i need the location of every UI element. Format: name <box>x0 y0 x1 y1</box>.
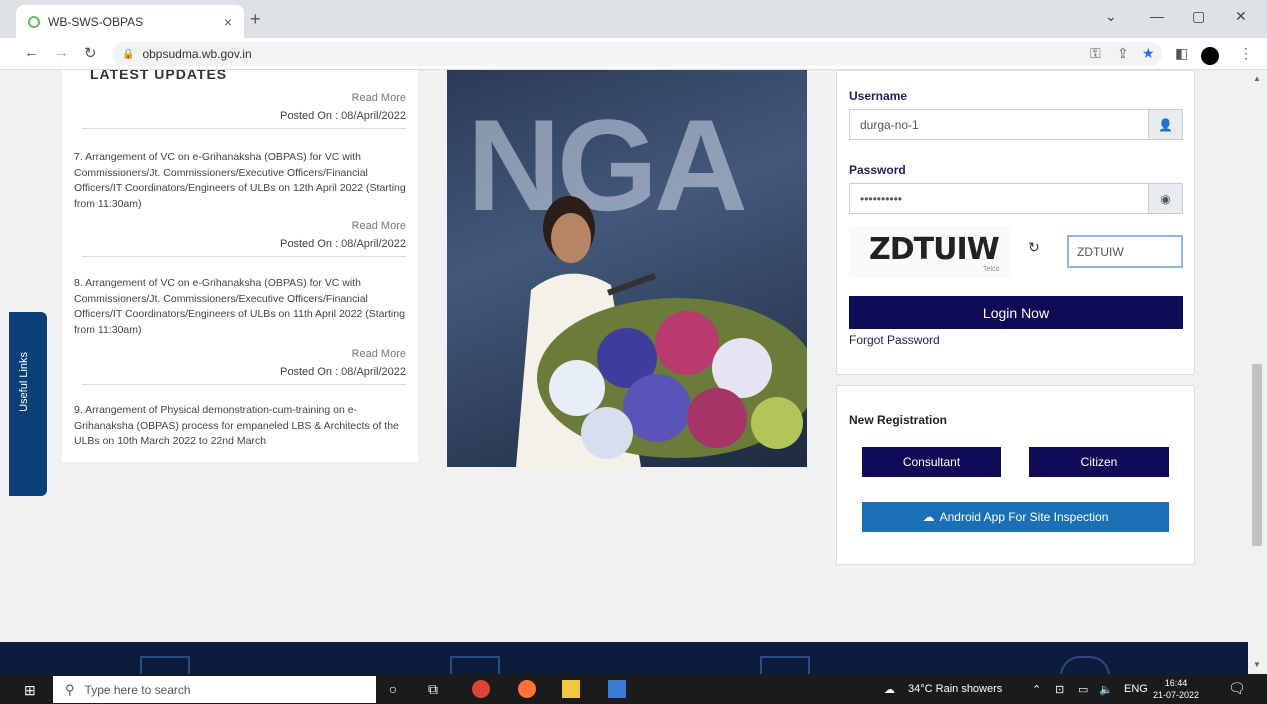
captcha-subtext: Telco <box>983 266 1000 273</box>
weather-text[interactable]: 34°C Rain showers <box>908 683 1002 695</box>
divider <box>82 384 406 385</box>
posted-date: Posted On : 08/April/2022 <box>280 366 406 378</box>
page-content: LATEST UPDATES Read More Posted On : 08/… <box>0 70 1248 674</box>
registration-panel: New Registration Consultant Citizen ☁ An… <box>836 385 1195 565</box>
username-label: Username <box>849 89 908 103</box>
useful-links-label: Useful Links <box>18 352 30 412</box>
taskbar-search[interactable]: ⚲ Type here to search <box>53 676 376 703</box>
footer-strip <box>0 642 1248 674</box>
read-more-link[interactable]: Read More <box>352 92 406 104</box>
footer-decoration <box>1060 656 1110 674</box>
bookmark-star-icon[interactable]: ★ <box>1142 45 1155 62</box>
url-text: obpsudma.wb.gov.in <box>142 47 252 61</box>
menu-dots-icon[interactable]: ⋮ <box>1239 45 1253 62</box>
flower-arrangement-image <box>537 298 807 459</box>
updates-heading: LATEST UPDATES <box>90 70 228 82</box>
footer-decoration <box>450 656 500 674</box>
close-window-button[interactable]: ✕ <box>1235 8 1247 25</box>
share-icon[interactable]: ⇪ <box>1117 45 1129 62</box>
username-field[interactable]: durga-no-1 👤 <box>849 109 1183 140</box>
registration-heading: New Registration <box>849 413 948 427</box>
login-panel: Username durga-no-1 👤 Password •••••••••… <box>836 70 1195 375</box>
new-tab-button[interactable]: + <box>250 9 261 30</box>
footer-decoration <box>760 656 810 674</box>
posted-date: Posted On : 08/April/2022 <box>280 238 406 250</box>
password-field[interactable]: •••••••••• ◉ <box>849 183 1183 214</box>
site-favicon-icon <box>28 15 40 28</box>
android-icon: ☁ <box>922 510 935 524</box>
language-indicator[interactable]: ENG <box>1124 683 1148 695</box>
forward-icon[interactable]: → <box>54 44 69 61</box>
useful-links-tab[interactable]: Useful Links <box>9 312 47 496</box>
address-toolbar: ← → ↻ 🔒 obpsudma.wb.gov.in ⚿ ⇪ ★ ◧ ⋮ <box>0 38 1267 70</box>
divider <box>82 256 406 257</box>
weather-icon[interactable]: ☁ <box>884 683 895 696</box>
login-button[interactable]: Login Now <box>849 296 1183 329</box>
banner-photo: NGA <box>447 70 807 467</box>
url-bar[interactable]: 🔒 obpsudma.wb.gov.in <box>112 42 1162 66</box>
browser-tab[interactable]: WB-SWS-OBPAS × <box>16 5 244 38</box>
tab-search-chevron-icon[interactable]: ⌄ <box>1105 8 1117 25</box>
captcha-text: ZDTUIW <box>869 232 1000 267</box>
firefox-icon[interactable] <box>518 680 536 698</box>
restore-button[interactable]: ▢ <box>1192 8 1205 25</box>
clock-date: 21-07-2022 <box>1152 690 1200 700</box>
android-app-label: Android App For Site Inspection <box>939 510 1109 524</box>
captcha-image: ZDTUIW Telco <box>849 226 1011 278</box>
password-value: •••••••••• <box>860 191 903 206</box>
username-value: durga-no-1 <box>860 117 919 132</box>
windows-taskbar: ⊞ ⚲ Type here to search ○ ⧉ ☁ 34°C Rain … <box>0 674 1267 704</box>
minimize-button[interactable]: — <box>1150 8 1164 24</box>
read-more-link[interactable]: Read More <box>352 348 406 360</box>
task-view-icon[interactable]: ⧉ <box>424 680 442 698</box>
monitor-icon[interactable]: ▭ <box>1078 683 1088 696</box>
password-label: Password <box>849 163 906 177</box>
footer-decoration <box>140 656 190 674</box>
latest-updates-panel[interactable]: LATEST UPDATES Read More Posted On : 08/… <box>62 70 418 462</box>
cortana-icon[interactable]: ○ <box>384 680 402 698</box>
forgot-password-link[interactable]: Forgot Password <box>849 333 940 347</box>
chrome-icon[interactable] <box>472 680 490 698</box>
browser-tab-bar: WB-SWS-OBPAS × + ⌄ — ▢ ✕ <box>0 0 1267 38</box>
back-icon[interactable]: ← <box>24 44 39 61</box>
reload-icon[interactable]: ↻ <box>84 44 97 62</box>
android-app-button[interactable]: ☁ Android App For Site Inspection <box>862 502 1169 532</box>
tray-chevron-icon[interactable]: ⌃ <box>1032 683 1041 696</box>
captcha-input-value: ZDTUIW <box>1077 244 1124 259</box>
clock-time: 16:44 <box>1164 678 1188 688</box>
read-more-link[interactable]: Read More <box>352 220 406 232</box>
side-panel-icon[interactable]: ◧ <box>1175 45 1188 62</box>
divider <box>82 128 406 129</box>
tab-title: WB-SWS-OBPAS <box>48 14 144 29</box>
scroll-thumb[interactable] <box>1252 364 1262 546</box>
consultant-button[interactable]: Consultant <box>862 447 1001 477</box>
clock[interactable]: 16:44 21-07-2022 <box>1152 677 1200 701</box>
captcha-input[interactable]: ZDTUIW <box>1067 235 1183 268</box>
network-icon[interactable]: ⊡ <box>1055 683 1064 696</box>
update-item-9: 9. Arrangement of Physical demonstration… <box>74 404 399 447</box>
tab-close-icon[interactable]: × <box>224 14 232 30</box>
captcha-refresh-icon[interactable]: ↻ <box>1028 239 1040 256</box>
app-icon[interactable] <box>608 680 626 698</box>
search-icon: ⚲ <box>65 681 75 697</box>
posted-date: Posted On : 08/April/2022 <box>280 110 406 122</box>
lock-icon: 🔒 <box>122 48 135 60</box>
scroll-down-arrow-icon[interactable]: ▼ <box>1253 660 1261 669</box>
file-explorer-icon[interactable] <box>562 680 580 698</box>
profile-avatar[interactable] <box>1201 47 1219 65</box>
eye-icon[interactable]: ◉ <box>1148 184 1182 213</box>
key-icon[interactable]: ⚿ <box>1090 45 1101 62</box>
citizen-button[interactable]: Citizen <box>1029 447 1169 477</box>
update-item-7: 7. Arrangement of VC on e-Grihanaksha (O… <box>74 151 406 210</box>
update-item-8: 8. Arrangement of VC on e-Grihanaksha (O… <box>74 277 405 336</box>
user-icon: 👤 <box>1148 110 1182 139</box>
scroll-up-arrow-icon[interactable]: ▲ <box>1253 74 1261 83</box>
taskbar-search-placeholder: Type here to search <box>84 682 191 697</box>
volume-icon[interactable]: 🔈 <box>1099 683 1113 696</box>
page-scrollbar[interactable]: ▲ ▼ <box>1248 70 1267 674</box>
windows-start-icon[interactable]: ⊞ <box>24 682 36 699</box>
notification-icon[interactable]: 🗨 <box>1228 680 1246 697</box>
